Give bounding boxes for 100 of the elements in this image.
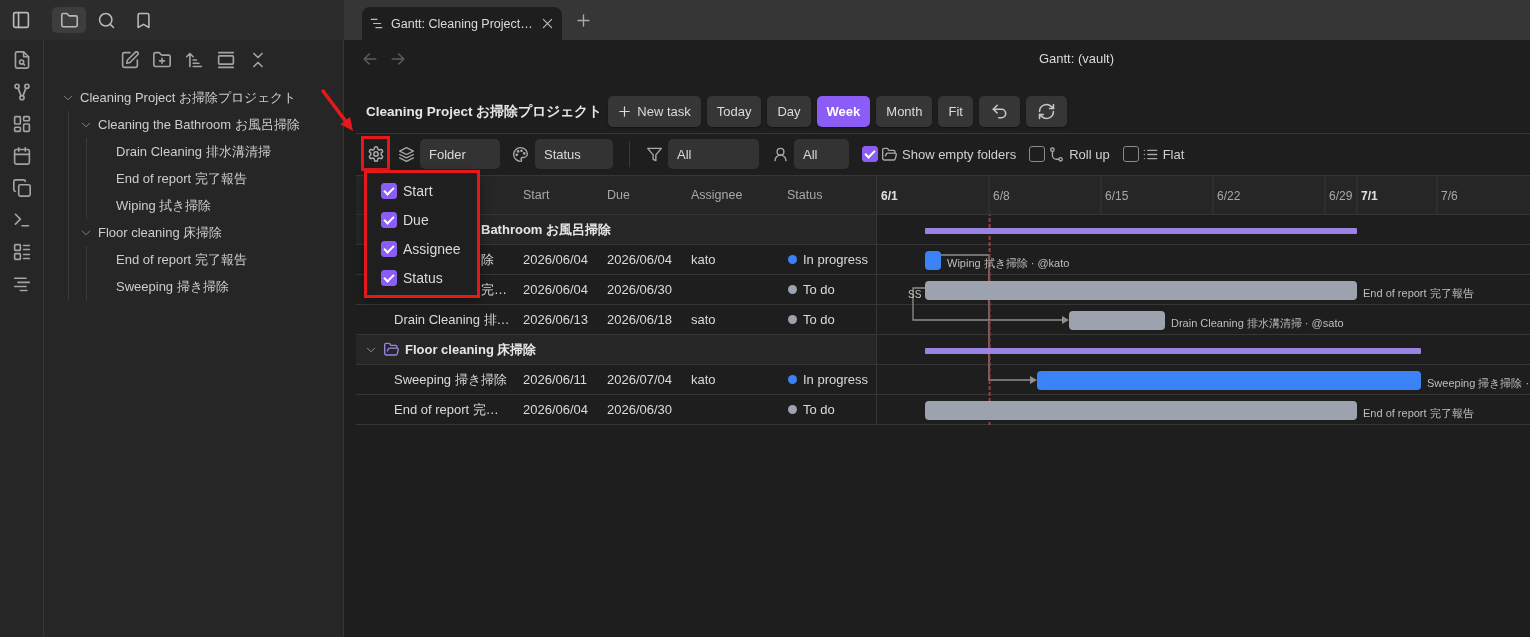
panel-icon[interactable] <box>216 51 235 69</box>
checkbox[interactable] <box>381 240 397 257</box>
bookmark-icon <box>134 11 152 29</box>
bar-label: Sweeping 掃き掃除 · <box>1427 377 1530 389</box>
edit-icon[interactable] <box>120 51 139 69</box>
assignee: sato <box>691 312 716 327</box>
filter-option[interactable]: Show empty folders <box>862 146 1017 162</box>
status-label: To do <box>803 312 835 327</box>
sidebar-tab[interactable] <box>52 7 86 33</box>
undo-icon <box>990 103 1008 120</box>
start-date: 2026/06/04 <box>523 282 589 297</box>
dependency-type-label: SS <box>908 289 922 300</box>
group-by-select[interactable]: Folder <box>420 139 500 169</box>
task-name[interactable]: Sweeping 掃き掃除 <box>394 370 507 389</box>
bar-label: Wiping 拭き掃除 · @kato <box>947 257 1070 269</box>
project-title: Cleaning Project お掃除プロジェクト <box>366 102 603 121</box>
start-date: 2026/06/11 <box>523 372 588 387</box>
graph-icon[interactable] <box>12 83 31 101</box>
file-item[interactable]: End of report 完了報告 <box>99 165 247 192</box>
color-by-select[interactable]: Status <box>535 139 613 169</box>
menu-item[interactable]: Start <box>381 176 437 205</box>
task-name[interactable]: 除 <box>481 250 494 269</box>
folder-plus-icon[interactable] <box>152 51 171 69</box>
refresh-button[interactable] <box>1025 96 1067 127</box>
start-date: 2026/06/04 <box>523 252 589 267</box>
status-label: In progress <box>803 372 869 387</box>
date-label: 7/1 <box>1361 189 1378 203</box>
lines-icon[interactable] <box>12 275 31 293</box>
today-button[interactable]: Today <box>706 96 762 127</box>
copy-icon[interactable] <box>12 179 31 197</box>
filter-icon <box>647 146 662 162</box>
sort-icon[interactable] <box>184 51 203 69</box>
due-date: 2026/06/30 <box>607 402 673 417</box>
new-tab-icon[interactable] <box>575 12 591 28</box>
date-label: 6/29 <box>1329 189 1353 203</box>
file-item[interactable]: Wiping 拭き掃除 <box>99 192 212 219</box>
assignee: kato <box>691 372 716 387</box>
task-name[interactable]: Drain Cleaning 排… <box>394 310 510 329</box>
due-date: 2026/06/18 <box>607 312 673 327</box>
calendar-icon[interactable] <box>12 147 31 165</box>
date-label: 6/22 <box>1217 189 1241 203</box>
menu-item[interactable]: Status <box>381 263 447 292</box>
sidebar-toggle-icon[interactable] <box>12 11 30 29</box>
palette-icon <box>513 146 528 162</box>
scale-button[interactable]: Week <box>816 96 871 127</box>
date-label: 6/1 <box>881 189 898 203</box>
back-arrow-icon[interactable] <box>362 50 378 67</box>
checkbox[interactable] <box>381 211 397 228</box>
layers-icon <box>399 146 414 162</box>
filter-option[interactable]: Roll up <box>1029 146 1110 162</box>
close-icon[interactable] <box>540 17 554 30</box>
refresh-icon <box>1037 103 1055 120</box>
dashboard-icon[interactable] <box>12 115 31 133</box>
column-header[interactable]: Due <box>607 188 630 202</box>
column-header[interactable]: Start <box>523 188 550 202</box>
undo-button[interactable] <box>978 96 1020 127</box>
start-date: 2026/06/13 <box>523 312 589 327</box>
folder-item[interactable]: Cleaning Project お掃除プロジェクト <box>63 84 296 111</box>
task-name[interactable]: End of report 完… <box>394 400 499 419</box>
status-label: In progress <box>803 252 869 267</box>
group-name: Floor cleaning 床掃除 <box>405 340 537 359</box>
group-name: Bathroom お風呂掃除 <box>481 220 611 239</box>
folder-item[interactable]: Cleaning the Bathroom お風呂掃除 <box>81 111 300 138</box>
list-icon[interactable] <box>12 243 31 261</box>
folder-open-icon <box>882 146 897 162</box>
search-icon <box>97 11 115 29</box>
checkbox[interactable] <box>862 146 878 162</box>
filter-option[interactable]: Flat <box>1122 146 1185 162</box>
task-bar[interactable] <box>925 251 941 270</box>
terminal-icon[interactable] <box>12 211 31 229</box>
forward-arrow-icon[interactable] <box>390 50 406 67</box>
due-date: 2026/06/04 <box>607 252 673 267</box>
new-task-button[interactable]: New task <box>608 96 701 127</box>
file-item[interactable]: Sweeping 掃き掃除 <box>99 273 229 300</box>
date-label: 7/6 <box>1441 189 1458 203</box>
branch-icon <box>1049 146 1065 162</box>
group-row[interactable]: Floor cleaning 床掃除 <box>356 335 876 365</box>
date-label: 6/15 <box>1105 189 1129 203</box>
file-item[interactable]: End of report 完了報告 <box>99 246 247 273</box>
checkbox[interactable] <box>381 182 397 199</box>
folder-icon <box>60 11 78 29</box>
lines-icon <box>370 17 383 30</box>
fit-button[interactable]: Fit <box>938 96 973 127</box>
column-header[interactable]: Assignee <box>691 188 743 202</box>
checkbox[interactable] <box>1122 146 1139 162</box>
folder-item[interactable]: Floor cleaning 床掃除 <box>81 219 223 246</box>
scale-button[interactable]: Day <box>767 96 811 127</box>
file-item[interactable]: Drain Cleaning 排水溝清掃 <box>99 138 271 165</box>
file-search-icon[interactable] <box>12 51 31 69</box>
assignee-filter-select[interactable]: All <box>794 139 849 169</box>
status-filter-select[interactable]: All <box>668 139 759 169</box>
editor-tab[interactable]: Gantt: Cleaning Project… <box>362 7 562 40</box>
scale-button[interactable]: Month <box>876 96 933 127</box>
column-header[interactable]: Status <box>787 188 823 202</box>
checkbox[interactable] <box>381 269 397 286</box>
status-label: To do <box>803 282 835 297</box>
task-name[interactable]: 完… <box>481 280 507 299</box>
due-date: 2026/06/30 <box>607 282 673 297</box>
settings-icon[interactable] <box>368 146 384 162</box>
checkbox[interactable] <box>1029 146 1046 162</box>
